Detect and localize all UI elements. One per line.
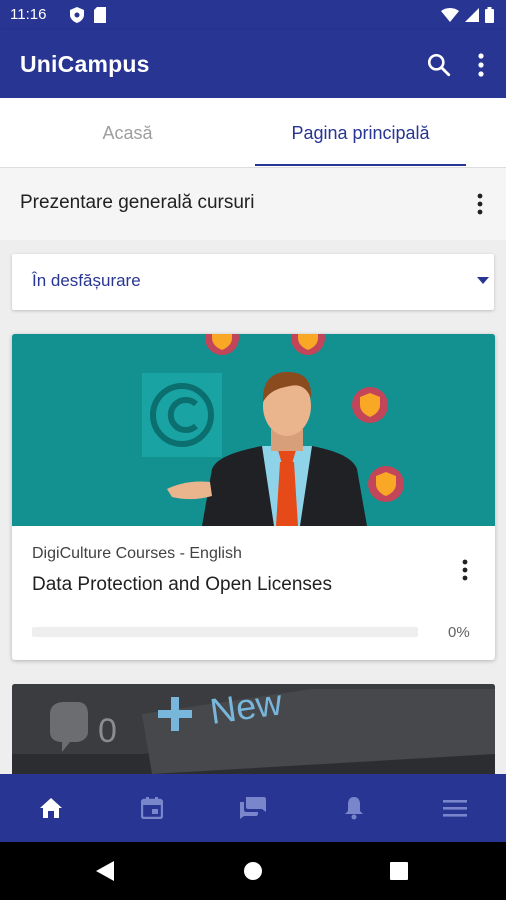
signal-icon [465,8,479,22]
sd-card-icon [94,7,106,23]
messages-icon [239,797,266,819]
tab-bar: Acasă Pagina principală [0,98,506,168]
course-filter-dropdown[interactable]: În desfășurare [12,254,494,310]
counter-text: 0 [98,712,117,750]
wifi-icon [441,8,459,22]
tab-acasa[interactable]: Acasă [0,98,255,168]
status-time: 11:16 [10,6,47,23]
course-illustration [12,334,495,526]
course-overview-header: Prezentare generală cursuri [0,168,506,240]
app-bar: UniCampus [0,30,506,98]
back-triangle-icon [96,861,114,881]
app-title: UniCampus [20,51,150,77]
nav-messages[interactable] [202,774,303,842]
home-icon [39,798,62,818]
calendar-icon [140,797,163,819]
search-icon[interactable] [426,52,452,78]
dropdown-caret-icon [477,277,489,284]
nav-calendar[interactable] [101,774,202,842]
nav-home[interactable] [0,774,101,842]
course-progress-bar [32,627,418,637]
home-circle-icon [244,862,262,880]
course-category: DigiCulture Courses - English [32,545,242,562]
tab-pagina-principala[interactable]: Pagina principală [255,98,466,168]
course-progress-text: 0% [448,624,470,641]
nav-notifications[interactable] [303,774,404,842]
course-image [12,334,495,526]
system-back-button[interactable] [75,842,135,900]
course-card[interactable]: DigiCulture Courses - English Data Prote… [12,334,495,660]
tab-indicator [255,164,466,166]
more-vert-icon[interactable] [474,52,488,78]
status-bar: 11:16 [0,0,506,30]
recents-square-icon [390,862,408,880]
course-card-2[interactable]: 0 New [12,684,495,774]
bell-icon [344,797,363,820]
dropdown-selected-value: În desfășurare [32,271,141,290]
section-more-icon[interactable] [473,192,487,216]
section-title: Prezentare generală cursuri [20,192,255,213]
battery-icon [485,7,494,23]
course-more-icon[interactable] [458,558,472,582]
system-home-button[interactable] [223,842,283,900]
course-title[interactable]: Data Protection and Open Licenses [32,574,332,596]
system-navigation-bar [0,842,506,900]
bottom-navigation [0,774,506,842]
system-recents-button[interactable] [369,842,429,900]
nav-menu[interactable] [404,774,505,842]
menu-icon [442,800,467,817]
shield-status-icon [70,7,84,23]
course-2-image: 0 New [12,684,495,774]
